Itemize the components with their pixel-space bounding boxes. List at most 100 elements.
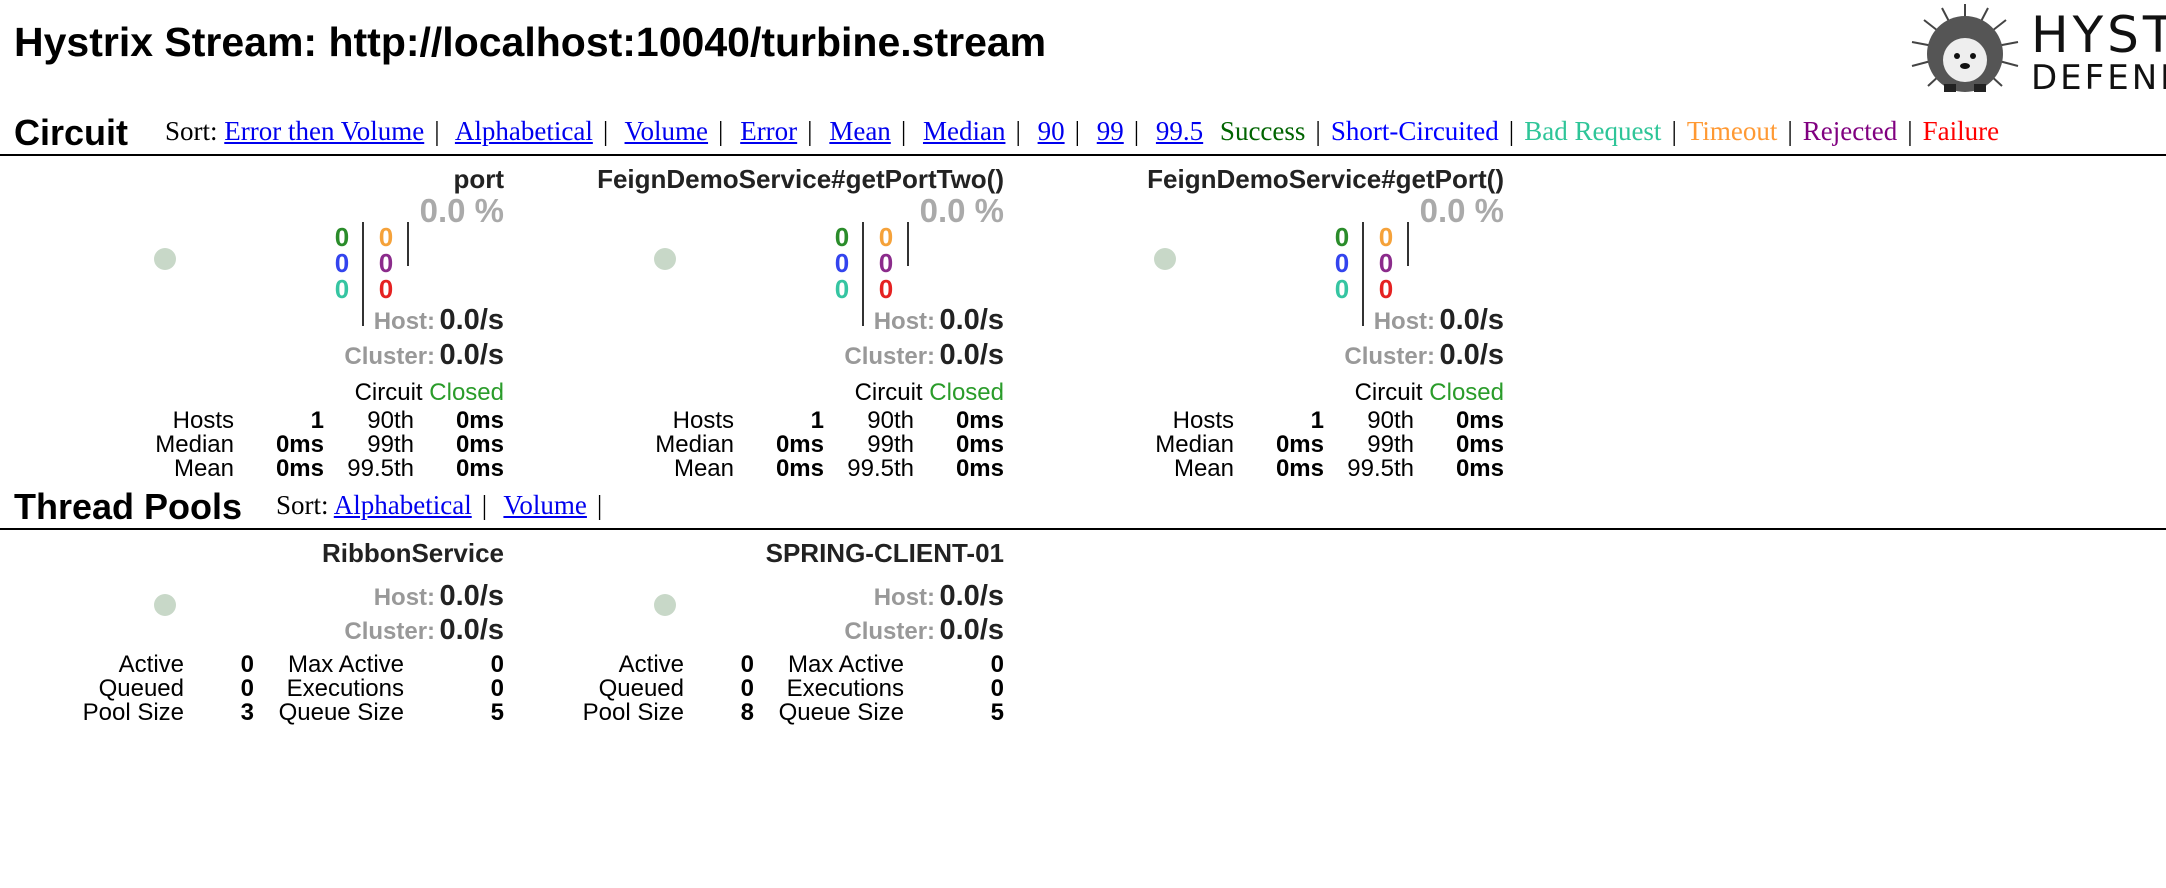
cluster-rate-row: Cluster: 0.0/s bbox=[344, 614, 505, 646]
health-circle-icon bbox=[654, 248, 676, 270]
sort-label: Sort: bbox=[165, 116, 218, 146]
host-rate: 0.0/s bbox=[939, 580, 1005, 612]
rejected-count: 0 bbox=[378, 248, 394, 278]
sort-error-link[interactable]: Error bbox=[740, 116, 797, 146]
legend-short-circuited: Short-Circuited bbox=[1330, 116, 1499, 146]
threadpool-name: RibbonService bbox=[321, 538, 504, 568]
hystrix-logo: HYSTRIX DEFEND YOUR APP bbox=[1900, 0, 2166, 100]
host-rate-row: Host: 0.0/s bbox=[1373, 304, 1505, 336]
mean-value: 0ms bbox=[775, 455, 824, 482]
failure-count: 0 bbox=[1378, 274, 1394, 304]
legend-timeout: Timeout bbox=[1686, 116, 1778, 146]
executions-value: 0 bbox=[990, 675, 1004, 702]
legend-success: Success bbox=[1219, 116, 1306, 146]
circuit-status-value: Closed bbox=[429, 379, 504, 406]
error-percentage: 0.0 % bbox=[1419, 192, 1504, 229]
queued-value: 0 bbox=[740, 675, 754, 702]
latency-stats: Hosts Median Mean 1 0ms 0ms 90th 99th 99… bbox=[1155, 407, 1504, 482]
cluster-rate-row: Cluster: 0.0/s bbox=[844, 614, 1004, 646]
mean-value: 0ms bbox=[1275, 455, 1324, 482]
sort-error-then-volume-link[interactable]: Error then Volume bbox=[224, 116, 424, 146]
error-percentage: 0.0 % bbox=[919, 192, 1004, 229]
circuit-status: Circuit Closed bbox=[354, 379, 504, 406]
host-rate: 0.0/s bbox=[1439, 304, 1505, 336]
success-count: 0 bbox=[334, 222, 350, 252]
median-value: 0ms bbox=[775, 431, 824, 458]
threadpool-section-header: Thread Pools Sort: Alphabetical | Volume | bbox=[0, 480, 2166, 530]
timeout-count: 0 bbox=[1378, 222, 1394, 252]
sort-alphabetical-link[interactable]: Alphabetical bbox=[455, 116, 593, 146]
circuit-status-value: Closed bbox=[929, 379, 1004, 406]
p995-value: 0ms bbox=[1455, 455, 1504, 482]
hosts-value: 1 bbox=[810, 407, 824, 434]
sort-99-link[interactable]: 99 bbox=[1097, 116, 1124, 146]
rejected-count: 0 bbox=[1378, 248, 1394, 278]
failure-count: 0 bbox=[378, 274, 394, 304]
p99-value: 0ms bbox=[955, 431, 1004, 458]
median-value: 0ms bbox=[1275, 431, 1324, 458]
hosts-value: 1 bbox=[310, 407, 324, 434]
pool-sort-alphabetical-link[interactable]: Alphabetical bbox=[334, 490, 472, 520]
sort-99-5-link[interactable]: 99.5 bbox=[1156, 116, 1203, 146]
bad-request-count: 0 bbox=[334, 274, 350, 304]
pool-size-value: 8 bbox=[740, 699, 754, 726]
p90-value: 0ms bbox=[955, 407, 1004, 434]
queue-size-value: 5 bbox=[990, 699, 1004, 726]
latency-stats: Hosts Median Mean 1 0ms 0ms 90th 99th 99… bbox=[655, 407, 1004, 482]
timeout-count: 0 bbox=[878, 222, 894, 252]
p99-value: 0ms bbox=[1455, 431, 1504, 458]
circuit-monitor[interactable]: FeignDemoService#getPort() 0 0 0 0 0 0 0… bbox=[1004, 164, 1504, 494]
threadpool-monitor[interactable]: RibbonService Host: 0.0/s Cluster: 0.0/s… bbox=[4, 538, 504, 738]
sort-90-link[interactable]: 90 bbox=[1038, 116, 1065, 146]
pool-stats: Active Queued Pool Size 0 0 8 Max Active… bbox=[582, 651, 1004, 726]
legend-failure: Failure bbox=[1922, 116, 2000, 146]
error-percentage: 0.0 % bbox=[419, 192, 504, 229]
active-value: 0 bbox=[240, 651, 254, 678]
cluster-rate: 0.0/s bbox=[439, 339, 505, 371]
median-value: 0ms bbox=[275, 431, 324, 458]
short-circuited-count: 0 bbox=[1334, 248, 1350, 278]
cluster-rate-row: Cluster: 0.0/s bbox=[1344, 339, 1504, 371]
sort-mean-link[interactable]: Mean bbox=[829, 116, 890, 146]
p995-value: 0ms bbox=[955, 455, 1004, 482]
host-rate: 0.0/s bbox=[439, 304, 505, 336]
pool-sort-volume-link[interactable]: Volume bbox=[503, 490, 587, 520]
sort-median-link[interactable]: Median bbox=[923, 116, 1005, 146]
host-rate: 0.0/s bbox=[439, 580, 505, 612]
threadpool-sort-bar: Sort: Alphabetical | Volume | bbox=[276, 490, 603, 520]
circuit-sort-bar: Sort: Error then Volume | Alphabetical | V… bbox=[165, 116, 2000, 146]
host-rate-row: Host: 0.0/s bbox=[373, 580, 505, 612]
circuit-name: FeignDemoService#getPort() bbox=[1147, 164, 1504, 194]
threadpool-section-title: Thread Pools bbox=[14, 486, 243, 527]
circuit-status: Circuit Closed bbox=[1354, 379, 1504, 406]
circuit-monitor[interactable]: FeignDemoService#getPortTwo() 0 0 0 0 0 … bbox=[504, 164, 1004, 494]
hosts-value: 1 bbox=[1310, 407, 1324, 434]
threadpool-monitor[interactable]: SPRING-CLIENT-01 Host: 0.0/s Cluster: 0.… bbox=[504, 538, 1004, 738]
cluster-rate: 0.0/s bbox=[939, 339, 1005, 371]
cluster-rate: 0.0/s bbox=[439, 614, 505, 646]
circuit-section-header: Circuit Sort: Error then Volume | Alphabe… bbox=[0, 106, 2166, 156]
logo-word: HYSTRIX bbox=[2031, 6, 2166, 64]
circuit-status: Circuit Closed bbox=[854, 379, 1004, 406]
pool-size-value: 3 bbox=[240, 699, 254, 726]
health-circle-icon bbox=[154, 248, 176, 270]
host-rate: 0.0/s bbox=[939, 304, 1005, 336]
sort-label: Sort: bbox=[276, 490, 329, 520]
short-circuited-count: 0 bbox=[334, 248, 350, 278]
pool-stats: Active Queued Pool Size 0 0 3 Max Active… bbox=[82, 651, 504, 726]
success-count: 0 bbox=[834, 222, 850, 252]
circuit-monitor[interactable]: port 0 0 0 0 0 0 0.0 % Host: 0.0/s Clust… bbox=[4, 164, 504, 494]
host-rate-row: Host: 0.0/s bbox=[873, 304, 1005, 336]
circuit-status-value: Closed bbox=[1429, 379, 1504, 406]
sort-volume-link[interactable]: Volume bbox=[625, 116, 709, 146]
max-active-value: 0 bbox=[990, 651, 1004, 678]
bad-request-count: 0 bbox=[834, 274, 850, 304]
legend-bad-request: Bad Request bbox=[1524, 116, 1662, 146]
active-value: 0 bbox=[740, 651, 754, 678]
threadpool-name: SPRING-CLIENT-01 bbox=[765, 538, 1004, 568]
mean-value: 0ms bbox=[275, 455, 324, 482]
rejected-count: 0 bbox=[878, 248, 894, 278]
host-rate-row: Host: 0.0/s bbox=[373, 304, 505, 336]
queue-size-value: 5 bbox=[490, 699, 504, 726]
queued-value: 0 bbox=[240, 675, 254, 702]
